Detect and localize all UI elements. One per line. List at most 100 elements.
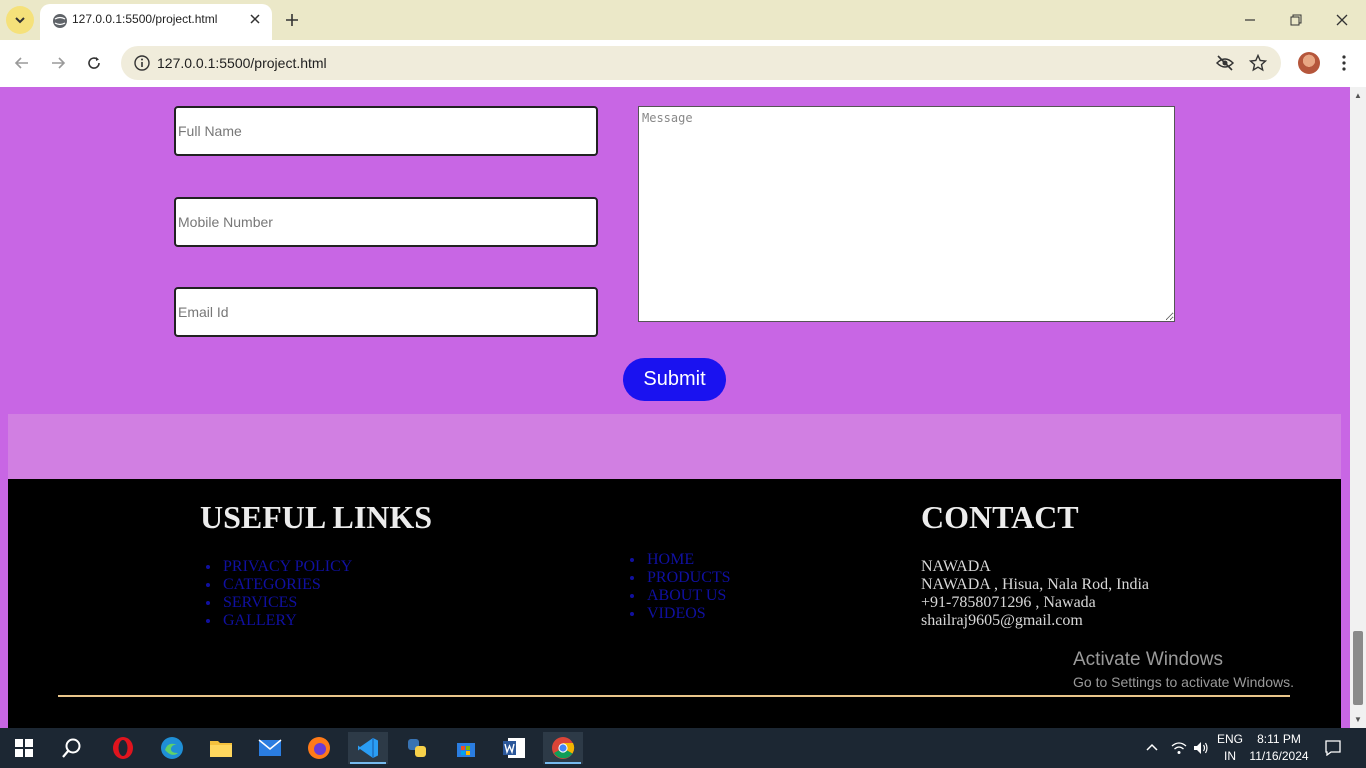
full-name-input[interactable] bbox=[174, 106, 598, 156]
taskbar-python[interactable] bbox=[397, 732, 437, 764]
clock-time: 8:11 PM bbox=[1257, 732, 1301, 746]
volume-button[interactable] bbox=[1190, 728, 1212, 768]
contact-phone: +91-7858071296 , Nawada bbox=[921, 594, 1096, 611]
wifi-icon bbox=[1171, 742, 1187, 754]
taskbar-mail[interactable] bbox=[250, 732, 290, 764]
input-language-indicator[interactable]: ENG IN bbox=[1214, 731, 1246, 765]
footer-link-videos[interactable]: VIDEOS bbox=[645, 605, 731, 623]
mail-icon bbox=[258, 739, 282, 756]
tab-title: 127.0.0.1:5500/project.html bbox=[72, 12, 218, 26]
region-code: IN bbox=[1224, 749, 1236, 763]
contact-address: NAWADA , Hisua, Nala Rod, India bbox=[921, 576, 1150, 593]
star-icon[interactable] bbox=[1249, 54, 1267, 72]
footer-link-privacy-policy[interactable]: PRIVACY POLICY bbox=[221, 558, 352, 576]
vscode-icon bbox=[358, 738, 378, 758]
word-icon bbox=[503, 738, 525, 758]
plus-icon bbox=[286, 14, 298, 26]
footer-link-gallery[interactable]: GALLERY bbox=[221, 612, 352, 630]
address-bar[interactable]: 127.0.0.1:5500/project.html bbox=[121, 46, 1281, 80]
info-icon[interactable] bbox=[133, 54, 151, 72]
tab-search-button[interactable] bbox=[6, 6, 34, 34]
mobile-number-input[interactable] bbox=[174, 197, 598, 247]
browser-menu-button[interactable] bbox=[1334, 53, 1354, 73]
browser-tab-strip: 127.0.0.1:5500/project.html bbox=[0, 0, 1366, 40]
forward-button[interactable] bbox=[48, 53, 68, 73]
profile-avatar[interactable] bbox=[1298, 52, 1320, 74]
footer-divider bbox=[58, 695, 1290, 697]
globe-icon bbox=[53, 14, 67, 28]
eye-off-icon[interactable] bbox=[1216, 54, 1234, 72]
minimize-button[interactable] bbox=[1240, 10, 1260, 30]
arrow-right-icon bbox=[52, 57, 66, 69]
close-tab-icon[interactable] bbox=[246, 10, 264, 28]
taskbar-word[interactable] bbox=[494, 732, 534, 764]
url-text[interactable]: 127.0.0.1:5500/project.html bbox=[157, 55, 327, 71]
reload-button[interactable] bbox=[84, 53, 104, 73]
chevron-up-icon bbox=[1146, 743, 1158, 751]
reload-icon bbox=[88, 57, 100, 69]
clock-date: 11/16/2024 bbox=[1249, 749, 1309, 763]
close-window-button[interactable] bbox=[1332, 10, 1352, 30]
folder-icon bbox=[210, 741, 232, 757]
new-tab-button[interactable] bbox=[282, 10, 302, 30]
search-icon bbox=[62, 738, 81, 758]
footer-top-band bbox=[8, 414, 1341, 479]
speaker-icon bbox=[1194, 742, 1208, 754]
contact-email: shailraj9605@gmail.com bbox=[921, 612, 1083, 629]
taskbar-opera[interactable] bbox=[103, 732, 143, 764]
scroll-up-icon[interactable]: ▲ bbox=[1354, 91, 1362, 100]
windows-logo-icon bbox=[15, 739, 33, 757]
contact-city: NAWADA bbox=[921, 558, 991, 575]
store-icon bbox=[457, 743, 475, 757]
useful-links-list-middle: HOME PRODUCTS ABOUT US VIDEOS bbox=[645, 551, 731, 623]
footer-link-services[interactable]: SERVICES bbox=[221, 594, 352, 612]
running-indicator bbox=[350, 762, 386, 764]
arrow-left-icon bbox=[14, 57, 28, 69]
footer: USEFUL LINKS PRIVACY POLICY CATEGORIES S… bbox=[8, 479, 1341, 728]
notification-icon bbox=[1325, 740, 1341, 756]
watermark-subtitle: Go to Settings to activate Windows. bbox=[1073, 674, 1294, 690]
useful-links-list-left: PRIVACY POLICY CATEGORIES SERVICES GALLE… bbox=[221, 558, 352, 630]
taskbar-file-explorer[interactable] bbox=[201, 732, 241, 764]
taskbar-firefox[interactable] bbox=[299, 732, 339, 764]
restore-icon bbox=[1290, 14, 1302, 26]
scrollbar-thumb[interactable] bbox=[1353, 631, 1363, 705]
chrome-icon bbox=[552, 737, 575, 759]
page-viewport: Submit USEFUL LINKS PRIVACY POLICY CATEG… bbox=[0, 87, 1350, 728]
minimize-icon bbox=[1245, 19, 1255, 21]
taskbar-store[interactable] bbox=[446, 732, 486, 764]
opera-icon bbox=[113, 737, 133, 759]
taskbar-edge[interactable] bbox=[152, 732, 192, 764]
footer-link-about-us[interactable]: ABOUT US bbox=[645, 587, 731, 605]
activate-windows-watermark: Activate Windows Go to Settings to activ… bbox=[1073, 649, 1294, 690]
edge-icon bbox=[161, 737, 183, 759]
footer-link-categories[interactable]: CATEGORIES bbox=[221, 576, 352, 594]
more-vertical-icon bbox=[1342, 55, 1346, 71]
python-icon bbox=[408, 739, 426, 757]
submit-button[interactable]: Submit bbox=[623, 358, 726, 401]
email-input[interactable] bbox=[174, 287, 598, 337]
contact-details: NAWADA NAWADA , Hisua, Nala Rod, India +… bbox=[921, 558, 1149, 630]
browser-tab-active[interactable]: 127.0.0.1:5500/project.html bbox=[40, 4, 272, 40]
taskbar-search-button[interactable] bbox=[52, 732, 92, 764]
scroll-down-icon[interactable]: ▼ bbox=[1354, 715, 1362, 724]
restore-button[interactable] bbox=[1286, 10, 1306, 30]
contact-heading: CONTACT bbox=[921, 499, 1079, 535]
start-button[interactable] bbox=[4, 732, 44, 764]
watermark-title: Activate Windows bbox=[1073, 649, 1223, 670]
tray-overflow-button[interactable] bbox=[1142, 728, 1162, 768]
footer-link-home[interactable]: HOME bbox=[645, 551, 731, 569]
network-button[interactable] bbox=[1168, 728, 1190, 768]
message-textarea[interactable] bbox=[638, 106, 1175, 322]
close-icon bbox=[1336, 14, 1348, 26]
system-clock[interactable]: 8:11 PM 11/16/2024 bbox=[1246, 731, 1312, 765]
browser-toolbar: 127.0.0.1:5500/project.html bbox=[0, 40, 1366, 87]
running-indicator bbox=[545, 762, 581, 764]
notification-center-button[interactable] bbox=[1322, 728, 1344, 768]
taskbar-chrome[interactable] bbox=[543, 732, 583, 764]
taskbar-vscode[interactable] bbox=[348, 732, 388, 764]
back-button[interactable] bbox=[12, 53, 32, 73]
useful-links-heading: USEFUL LINKS bbox=[200, 499, 433, 535]
footer-link-products[interactable]: PRODUCTS bbox=[645, 569, 731, 587]
page-scrollbar[interactable]: ▲ ▼ bbox=[1350, 87, 1366, 728]
